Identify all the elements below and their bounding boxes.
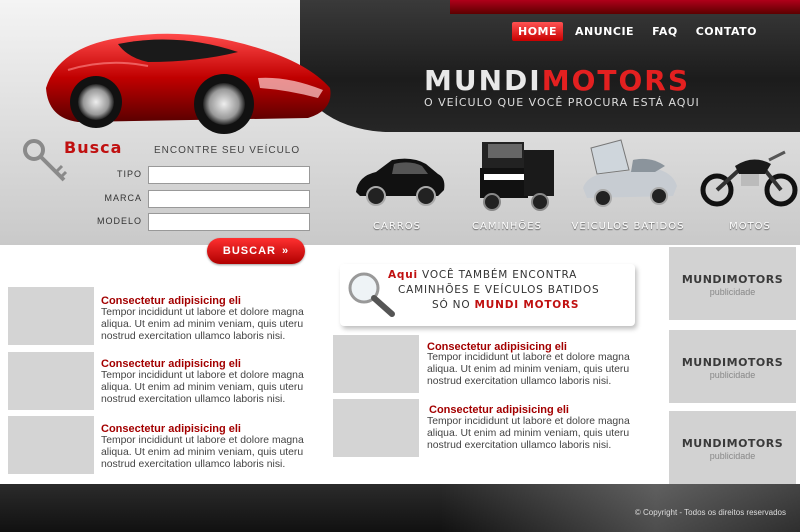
truck-icon	[480, 142, 554, 211]
marca-label: MARCA	[104, 193, 142, 203]
site-tagline: O VEÍCULO QUE VOCÊ PROCURA ESTÁ AQUI	[424, 96, 700, 109]
promo-line-1: Aqui VOCÊ TAMBÉM ENCONTRA	[388, 269, 577, 281]
post-line: nostrud exercitation ullamco laboris nis…	[101, 459, 286, 470]
post-line: Tempor incididunt ut labore et dolore ma…	[427, 352, 630, 363]
post-line: aliqua. Ut enim ad minim veniam, quis ut…	[427, 428, 630, 439]
search-button-label: BUSCAR	[222, 245, 276, 257]
tipo-input[interactable]	[148, 166, 310, 184]
marca-input[interactable]	[148, 190, 310, 208]
site-logo[interactable]: MUNDIMOTORS	[424, 64, 690, 97]
logo-part-2: MOTORS	[541, 64, 690, 97]
post-title[interactable]: Consectetur adipisicing eli	[429, 404, 569, 416]
modelo-input[interactable]	[148, 213, 310, 231]
post-body: Tempor incididunt ut labore et dolore ma…	[101, 370, 341, 406]
category-label: CAMINHÕES	[472, 221, 542, 232]
post-line: aliqua. Ut enim ad minim veniam, quis ut…	[101, 319, 304, 330]
main-nav: HOME ANUNCIE FAQ CONTATO	[512, 22, 763, 41]
post-thumbnail[interactable]	[333, 335, 419, 393]
header: HOME ANUNCIE FAQ CONTATO MUNDIMOTORS O V…	[0, 0, 800, 245]
nav-faq[interactable]: FAQ	[646, 22, 684, 41]
logo-part-1: MUNDI	[424, 64, 542, 97]
promo-line-3-pre: SÓ NO	[432, 299, 475, 311]
category-veiculos-batidos[interactable]: VEICULOS BATIDOS	[572, 130, 683, 240]
category-label: CARROS	[373, 221, 421, 232]
post-line: Tempor incididunt ut labore et dolore ma…	[101, 370, 304, 381]
search-button[interactable]: BUSCAR »	[207, 238, 305, 264]
category-carros[interactable]: CARROS	[342, 130, 452, 240]
copyright-text: © Copyright - Todos os direitos reservad…	[634, 508, 786, 517]
post-line: nostrud exercitation ullamco laboris nis…	[101, 331, 286, 342]
search-subtitle: ENCONTRE SEU VEÍCULO	[154, 145, 301, 156]
post-line: Tempor incididunt ut labore et dolore ma…	[101, 307, 304, 318]
ad-logo: MUNDIMOTORS	[681, 356, 784, 369]
promo-line-3: SÓ NO MUNDI MOTORS	[432, 299, 579, 311]
ad-banner[interactable]: MUNDIMOTORS publicidade	[669, 330, 796, 403]
nav-anuncie[interactable]: ANUNCIE	[569, 22, 640, 41]
post-thumbnail[interactable]	[8, 352, 94, 410]
post-body: Tempor incididunt ut labore et dolore ma…	[101, 307, 341, 343]
motorcycle-icon	[700, 150, 798, 207]
post-title[interactable]: Consectetur adipisicing eli	[101, 423, 241, 435]
category-motos[interactable]: MOTOS	[695, 130, 800, 240]
footer: © Copyright - Todos os direitos reservad…	[0, 484, 800, 532]
double-chevron-right-icon: »	[281, 245, 290, 257]
promo-line-1-rest: VOCÊ TAMBÉM ENCONTRA	[417, 269, 578, 281]
promo-line-2: CAMINHÕES E VEÍCULOS BATIDOS	[398, 284, 600, 296]
category-caminhoes[interactable]: CAMINHÕES	[452, 130, 562, 240]
search-row-tipo: TIPO	[60, 166, 312, 186]
ad-logo: MUNDIMOTORS	[681, 437, 784, 450]
nav-contato[interactable]: CONTATO	[690, 22, 763, 41]
promo-brand: MUNDI MOTORS	[474, 299, 580, 311]
ad-logo: MUNDIMOTORS	[681, 273, 784, 286]
post-line: Tempor incididunt ut labore et dolore ma…	[427, 416, 630, 427]
search-row-modelo: MODELO	[60, 213, 312, 233]
post-line: nostrud exercitation ullamco laboris nis…	[427, 440, 612, 451]
post-body: Tempor incididunt ut labore et dolore ma…	[101, 435, 341, 471]
post-line: aliqua. Ut enim ad minim veniam, quis ut…	[101, 382, 304, 393]
search-row-marca: MARCA	[60, 190, 312, 210]
ad-caption: publicidade	[709, 370, 756, 380]
damaged-car-icon	[583, 139, 677, 207]
category-label: MOTOS	[729, 221, 771, 232]
post-line: aliqua. Ut enim ad minim veniam, quis ut…	[427, 364, 630, 375]
tipo-label: TIPO	[116, 169, 142, 179]
post-thumbnail[interactable]	[8, 416, 94, 474]
search-title: Busca	[64, 138, 123, 157]
post-title[interactable]: Consectetur adipisicing eli	[101, 295, 241, 307]
promo-box: Aqui VOCÊ TAMBÉM ENCONTRA CAMINHÕES E VE…	[340, 264, 635, 326]
promo-aqui: Aqui	[388, 269, 418, 281]
post-thumbnail[interactable]	[8, 287, 94, 345]
nav-home[interactable]: HOME	[512, 22, 564, 41]
modelo-label: MODELO	[96, 216, 142, 226]
category-label: VEICULOS BATIDOS	[571, 221, 685, 232]
ad-caption: publicidade	[709, 287, 756, 297]
post-title[interactable]: Consectetur adipisicing eli	[101, 358, 241, 370]
post-line: aliqua. Ut enim ad minim veniam, quis ut…	[101, 447, 304, 458]
car-icon	[356, 158, 445, 206]
ad-banner[interactable]: MUNDIMOTORS publicidade	[669, 411, 796, 484]
header-red-stripe	[450, 0, 800, 14]
post-body: Tempor incididunt ut labore et dolore ma…	[427, 416, 667, 452]
post-body: Tempor incididunt ut labore et dolore ma…	[427, 352, 667, 388]
ad-caption: publicidade	[709, 451, 756, 461]
post-line: nostrud exercitation ullamco laboris nis…	[427, 376, 612, 387]
sports-car-image	[46, 33, 331, 134]
post-thumbnail[interactable]	[333, 399, 419, 457]
ad-banner[interactable]: MUNDIMOTORS publicidade	[669, 247, 796, 320]
post-line: nostrud exercitation ullamco laboris nis…	[101, 394, 286, 405]
post-line: Tempor incididunt ut labore et dolore ma…	[101, 435, 304, 446]
